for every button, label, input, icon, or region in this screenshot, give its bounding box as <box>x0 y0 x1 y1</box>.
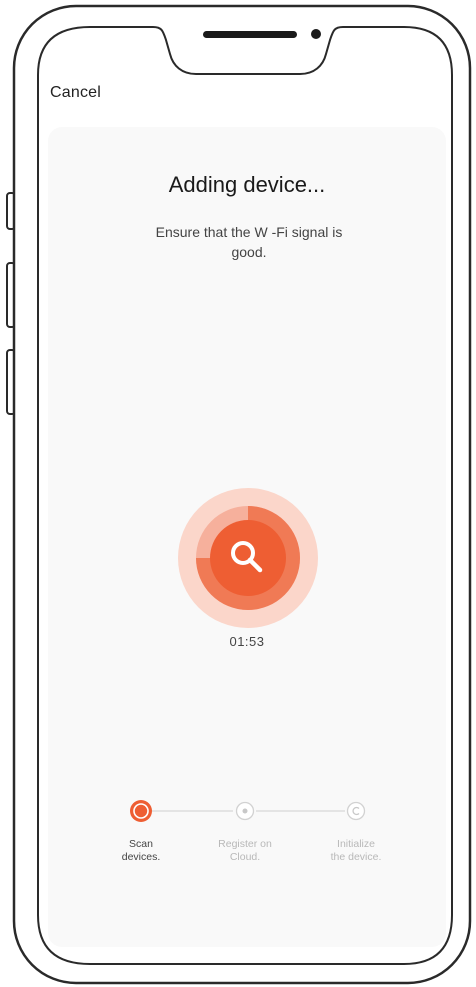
wifi-hint-line1: Ensure that the W -Fi signal is <box>155 224 343 240</box>
scan-button-core <box>210 520 286 596</box>
countdown-timer: 01:53 <box>229 634 265 649</box>
cancel-button[interactable]: Cancel <box>50 84 101 102</box>
page-title: Adding device... <box>168 172 326 197</box>
front-camera <box>311 29 321 39</box>
wifi-hint: Ensure that the W -Fi signal is good. <box>110 222 388 262</box>
speaker-grille <box>203 31 297 38</box>
step-label-initialize: Initialize the device. <box>330 838 382 863</box>
step-label-scan: Scan devices. <box>121 838 161 863</box>
scan-progress-indicator <box>176 486 320 630</box>
app-screen: Cancel Adding device... Ensure that the … <box>0 0 476 987</box>
wifi-hint-line2: good. <box>231 244 267 260</box>
step-label-register: Register on Cloud. <box>218 838 272 863</box>
